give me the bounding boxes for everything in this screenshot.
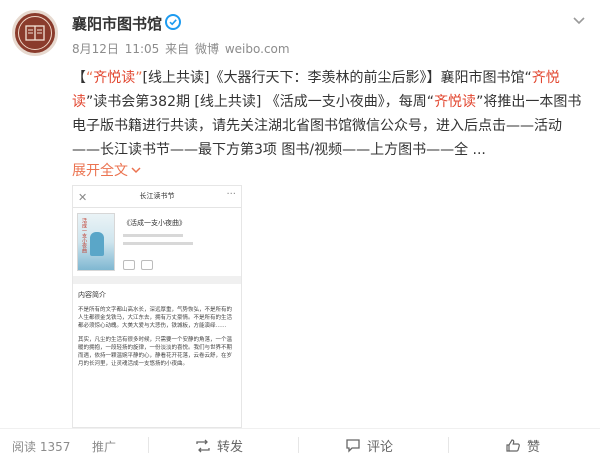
post-meta: 8月12日 11:05 来自 微博 weibo.com — [72, 40, 292, 57]
post-footer: 阅读 1357 推广 转发 评论 赞 — [0, 428, 600, 460]
topic-quote-close[interactable]: ” — [135, 70, 142, 86]
post-date[interactable]: 8月12日 — [72, 42, 119, 56]
book-publisher — [123, 242, 193, 245]
post-time[interactable]: 11:05 — [125, 42, 160, 56]
footer-divider — [148, 437, 149, 453]
more-icon: ··· — [226, 189, 236, 200]
weibo-post-card: 襄阳市图书馆 8月12日 11:05 来自 微博 weibo.com 【“齐悦读… — [0, 0, 600, 460]
cover-figure — [90, 232, 104, 256]
desc-paragraph-2: 其实，凡尘的生活有很多时候，只需要一个安静的角落，一个温暖的拥抱，一段轻扬的旋律… — [78, 337, 233, 367]
post-part2: ”读书会第382期 [线上共读] 《活成一支小夜曲》，每周“ — [86, 94, 435, 110]
expand-full-text-button[interactable]: 展开全文 — [72, 160, 142, 180]
chevron-down-icon — [131, 167, 141, 174]
avatar-ring — [18, 16, 52, 50]
topic-link-qiyuedu-3[interactable]: 齐悦读 — [434, 94, 476, 110]
book-author — [123, 234, 183, 237]
repost-button[interactable]: 转发 — [195, 436, 243, 455]
desc-title: 内容简介 — [78, 291, 106, 299]
tag-bracket: 【 — [72, 70, 86, 86]
comment-label: 评论 — [367, 440, 394, 455]
promote-link[interactable]: 推广 — [92, 438, 116, 455]
book-cover: 活成一支小夜曲 — [77, 213, 115, 271]
book-info: 活成一支小夜曲 《活成一支小夜曲》 — [73, 208, 241, 276]
topic-link-qiyuedu[interactable]: 齐悦读 — [93, 70, 135, 86]
source-site[interactable]: weibo.com — [225, 42, 290, 56]
footer-divider — [298, 437, 299, 453]
read-count: 阅读 1357 — [12, 440, 71, 454]
like-label: 赞 — [527, 440, 541, 455]
username[interactable]: 襄阳市图书馆 — [72, 13, 162, 34]
chevron-down-icon[interactable] — [572, 12, 586, 26]
comment-button[interactable]: 评论 — [345, 436, 393, 455]
post-text: 【“齐悦读”[线上共读]《大器行天下：李羡林的前尘后影》】襄阳市图书馆“齐悦读”… — [72, 66, 582, 162]
book-title: 《活成一支小夜曲》 — [123, 219, 186, 227]
book-description: 内容简介 不是所有的文字都山高水长，深远厚重，气势恢弘，不是所有的人生都很金戈铁… — [73, 284, 241, 427]
embedded-title-bar: ✕ 长江读书节 ··· — [73, 186, 241, 208]
section-separator — [73, 276, 241, 284]
expand-label: 展开全文 — [72, 163, 128, 179]
post-part1: [线上共读]《大器行天下：李羡林的前尘后影》】襄阳市图书馆“ — [142, 70, 532, 86]
embedded-title: 长江读书节 — [139, 192, 175, 200]
like-button[interactable]: 赞 — [505, 436, 540, 455]
repost-label: 转发 — [217, 440, 244, 455]
source-app[interactable]: 微博 — [195, 42, 219, 56]
footer-divider — [448, 437, 449, 453]
source-prefix: 来自 — [165, 42, 190, 56]
book-actions — [123, 260, 153, 270]
desc-paragraph-1: 不是所有的文字都山高水长，深远厚重，气势恢弘，不是所有的人生都很金戈铁马，大江东… — [78, 307, 233, 329]
repost-icon — [196, 439, 210, 452]
post-image[interactable]: ✕ 长江读书节 ··· 活成一支小夜曲 《活成一支小夜曲》 内容简介 不是所有的… — [72, 185, 242, 428]
comment-icon — [346, 439, 360, 453]
thumbs-up-icon — [506, 439, 520, 452]
verified-badge-icon — [165, 14, 181, 30]
cover-title: 活成一支小夜曲 — [81, 218, 87, 253]
avatar[interactable] — [12, 10, 58, 56]
